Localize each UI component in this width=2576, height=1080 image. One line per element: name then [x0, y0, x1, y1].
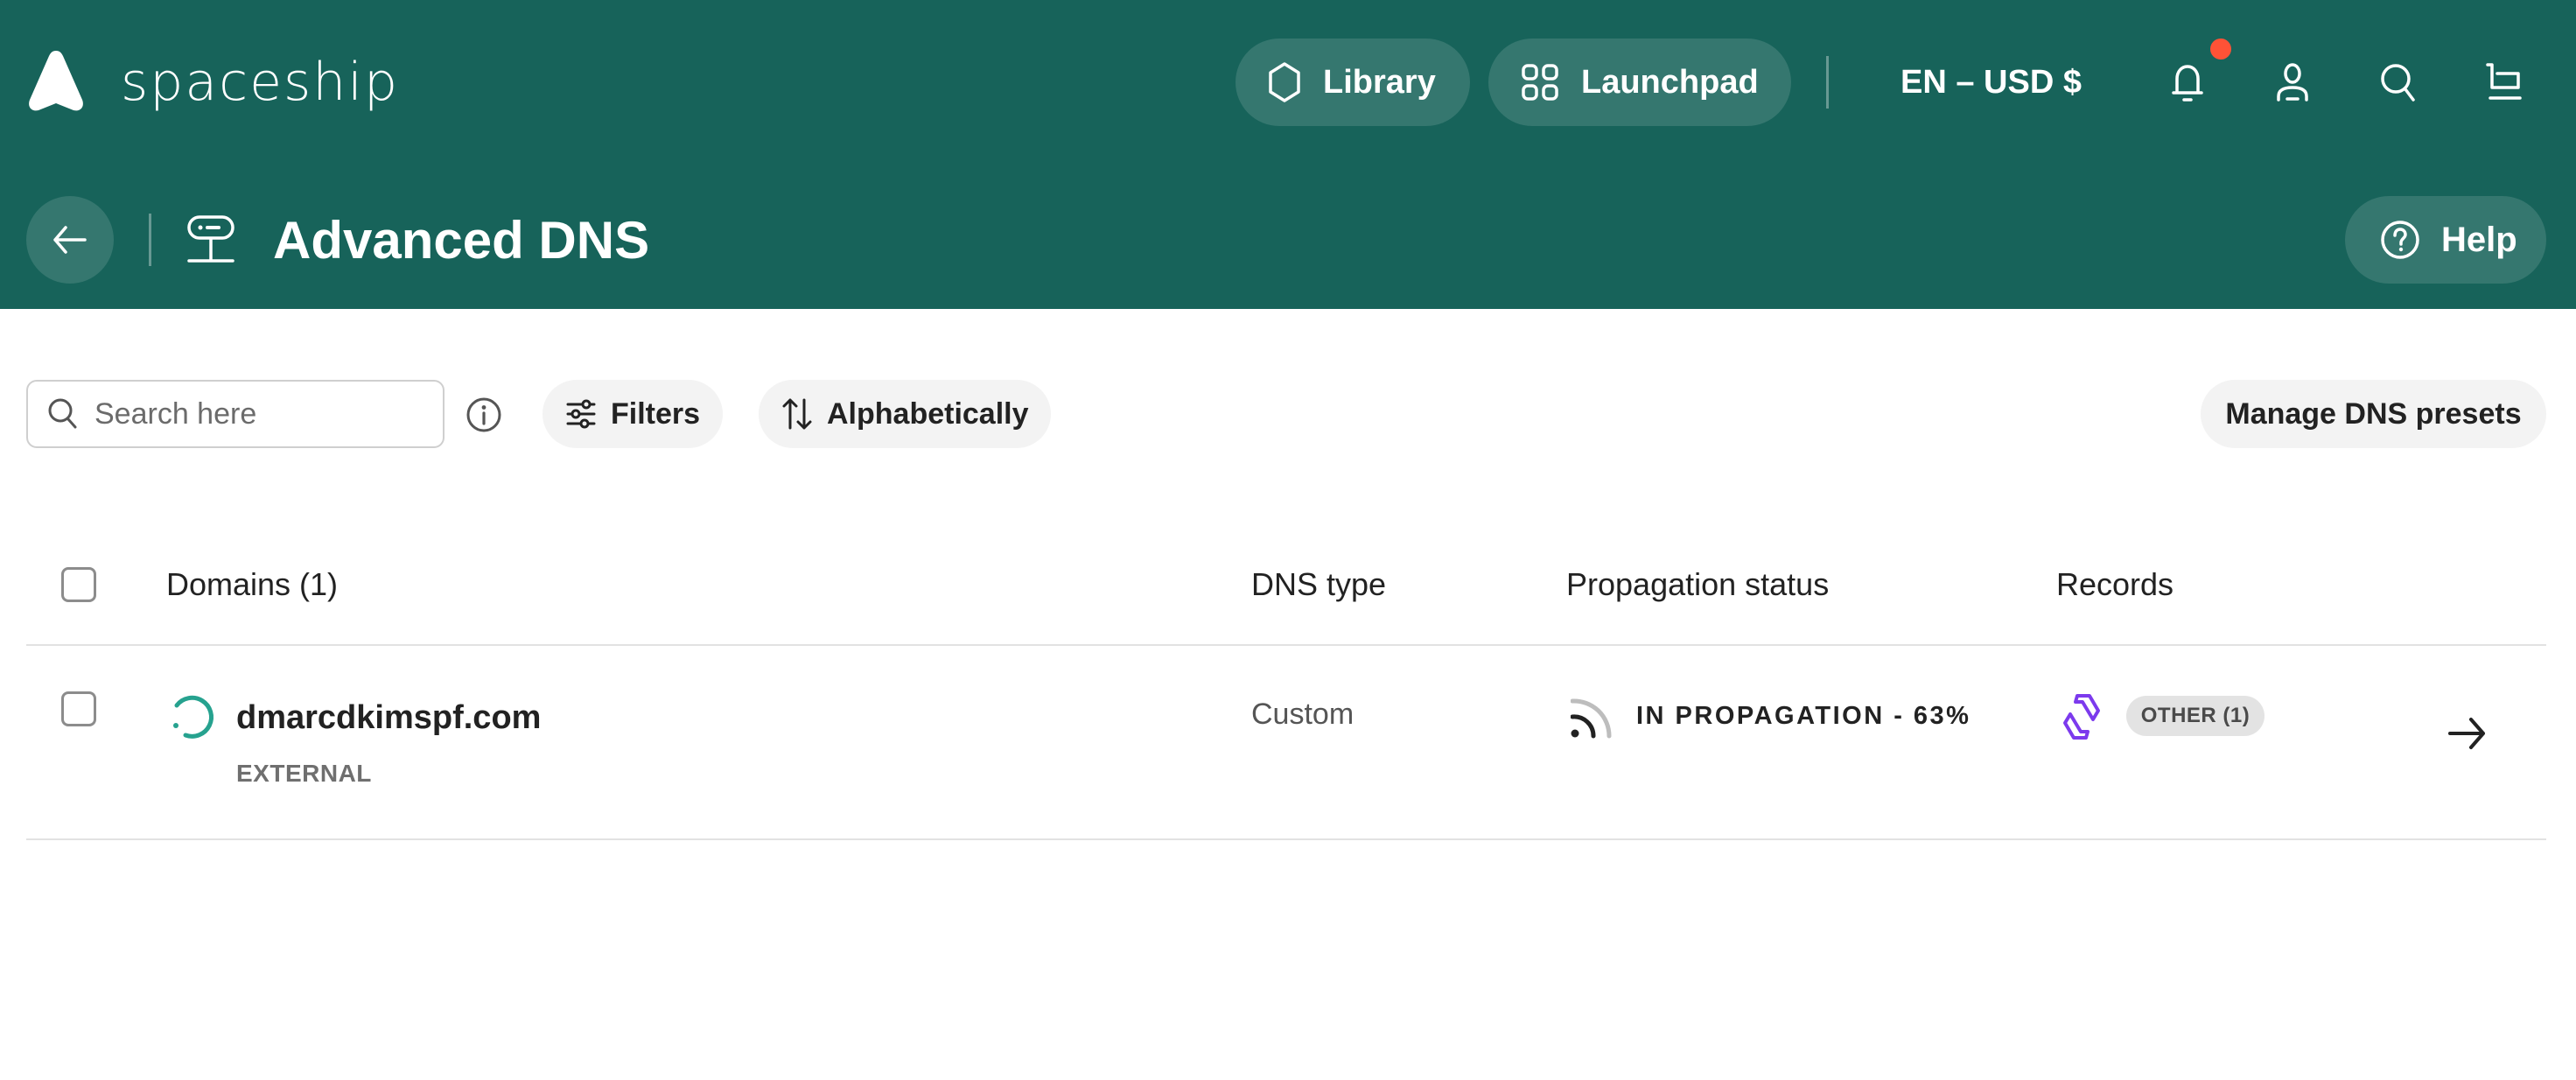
- arrow-left-icon: [53, 226, 87, 254]
- loading-spinner-icon: [173, 695, 214, 739]
- page-title: Advanced DNS: [273, 211, 650, 270]
- brand-name: spaceship: [121, 52, 400, 113]
- help-button[interactable]: Help: [2345, 196, 2546, 284]
- records-badge: OTHER (1): [2126, 696, 2264, 736]
- column-header-records: Records: [2056, 566, 2174, 602]
- notifications-button[interactable]: [2165, 60, 2210, 105]
- cart-icon: [2486, 63, 2522, 100]
- header-divider: [1826, 56, 1829, 109]
- library-button[interactable]: Library: [1236, 39, 1470, 126]
- row-checkbox[interactable]: [61, 691, 96, 726]
- launchpad-label: Launchpad: [1581, 63, 1759, 101]
- column-header-dns-type: DNS type: [1251, 566, 1387, 602]
- launchpad-button[interactable]: Launchpad: [1488, 39, 1791, 126]
- signal-propagation-icon: [1571, 698, 1612, 739]
- hexagon-icon: [1269, 62, 1300, 102]
- help-label: Help: [2441, 220, 2517, 259]
- bell-icon: [2172, 65, 2203, 102]
- domain-name-link[interactable]: dmarcdkimspf.com: [236, 698, 541, 737]
- search-field[interactable]: [26, 380, 444, 448]
- dns-type-value: Custom: [1251, 698, 1354, 731]
- sort-arrows-icon: [782, 398, 812, 430]
- grid-icon: [1522, 64, 1558, 101]
- cart-button[interactable]: [2482, 60, 2527, 105]
- question-circle-icon: [2381, 221, 2419, 259]
- filters-button[interactable]: Filters: [542, 380, 723, 448]
- global-search-button[interactable]: [2375, 60, 2420, 105]
- sort-button[interactable]: Alphabetically: [759, 380, 1051, 448]
- column-header-domains[interactable]: Domains (1): [166, 565, 338, 604]
- table-row-divider: [26, 838, 2546, 840]
- arrow-right-icon[interactable]: [2446, 714, 2488, 753]
- select-all-checkbox[interactable]: [61, 567, 96, 602]
- records-type-icon: [2063, 694, 2100, 740]
- propagation-status-text: IN PROPAGATION - 63%: [1636, 702, 1971, 730]
- search-icon: [48, 398, 77, 429]
- search-icon: [2381, 64, 2415, 102]
- locale-currency-selector[interactable]: EN – USD $: [1900, 61, 2082, 103]
- domain-type-tag: EXTERNAL: [236, 760, 372, 787]
- notification-badge: [2210, 39, 2231, 60]
- filters-label: Filters: [611, 396, 701, 431]
- brand-logo[interactable]: spaceship: [26, 46, 399, 119]
- column-header-propagation-status: Propagation status: [1566, 566, 1830, 602]
- title-divider: [149, 214, 151, 266]
- dns-server-icon: [187, 215, 234, 263]
- user-icon: [2277, 63, 2308, 102]
- library-label: Library: [1323, 63, 1436, 101]
- table-header-divider: [26, 644, 2546, 646]
- spaceship-logo-icon: [29, 51, 83, 111]
- info-icon[interactable]: [466, 396, 502, 433]
- manage-dns-presets-button[interactable]: Manage DNS presets: [2201, 380, 2546, 448]
- search-input[interactable]: [94, 396, 410, 431]
- sort-label: Alphabetically: [827, 396, 1029, 431]
- sliders-icon: [566, 399, 596, 429]
- account-button[interactable]: [2270, 60, 2315, 105]
- back-button[interactable]: [26, 196, 114, 284]
